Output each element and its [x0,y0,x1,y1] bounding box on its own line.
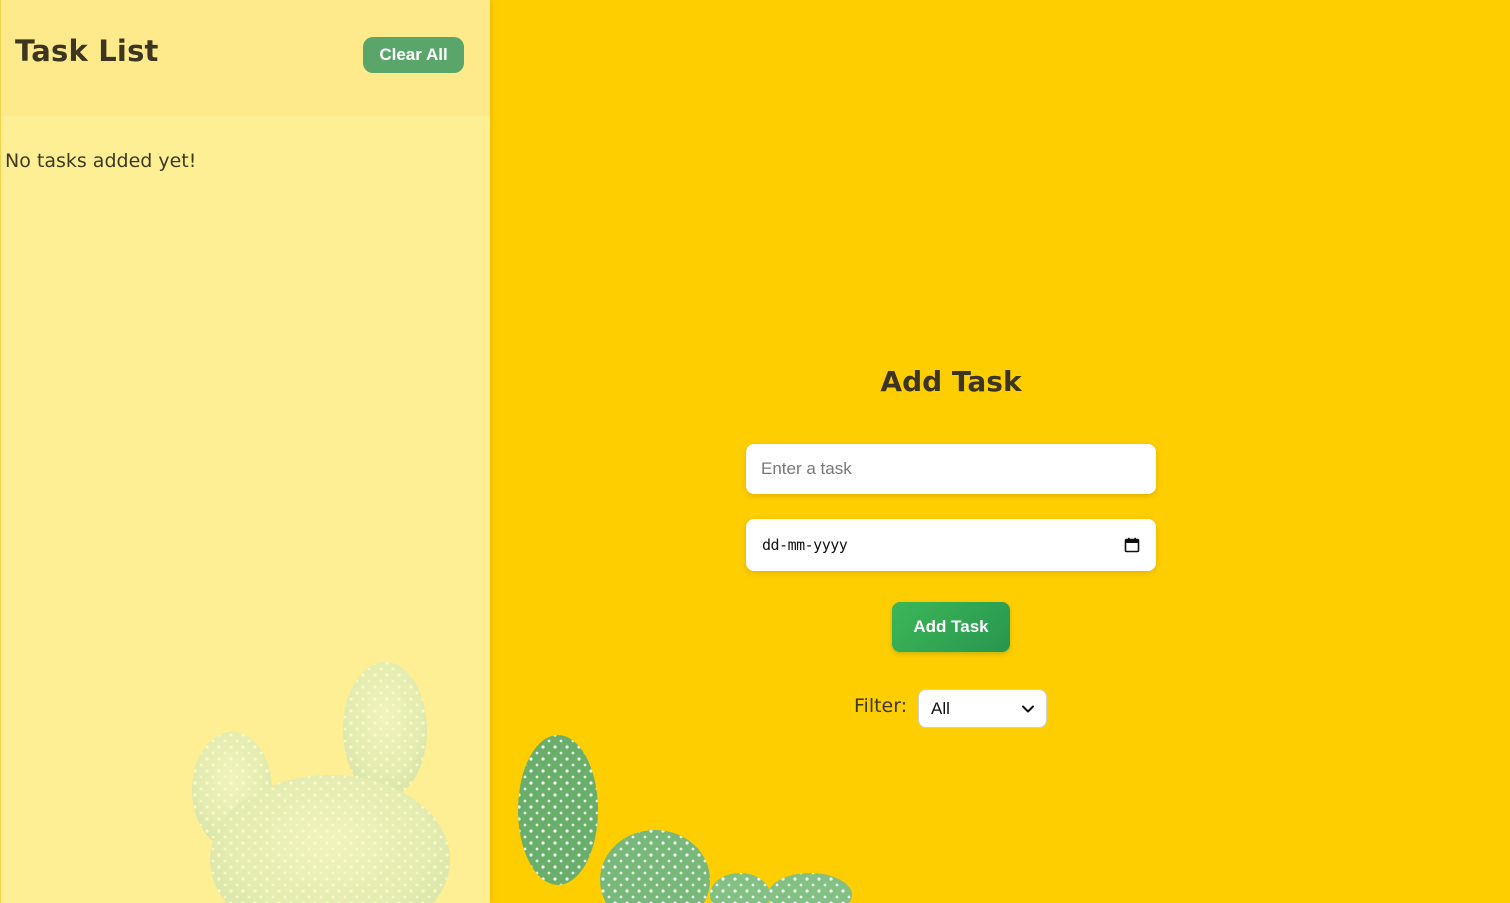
empty-tasks-message: No tasks added yet! [5,150,197,172]
clear-all-button[interactable]: Clear All [363,37,464,73]
calendar-icon[interactable] [1124,537,1140,553]
task-list-sidebar: Task List Clear All No tasks added yet! [0,0,490,903]
chevron-down-icon [1022,705,1034,712]
add-task-heading: Add Task [880,365,1022,398]
filter-selected-value: All [931,698,950,718]
task-list [1,116,490,903]
sidebar-header: Task List Clear All [1,0,490,116]
add-task-panel: Add Task dd-mm-yyyy Add Task Filter: All [489,0,1510,903]
date-input-placeholder: dd-mm-yyyy [762,536,848,554]
task-app: Task List Clear All No tasks added yet! … [0,0,1510,903]
filter-label: Filter: [854,695,908,717]
date-input[interactable]: dd-mm-yyyy [746,519,1156,571]
add-task-button[interactable]: Add Task [892,602,1010,652]
filter-select[interactable]: All [918,689,1047,728]
sidebar-title: Task List [15,34,159,68]
task-input[interactable] [746,444,1156,494]
